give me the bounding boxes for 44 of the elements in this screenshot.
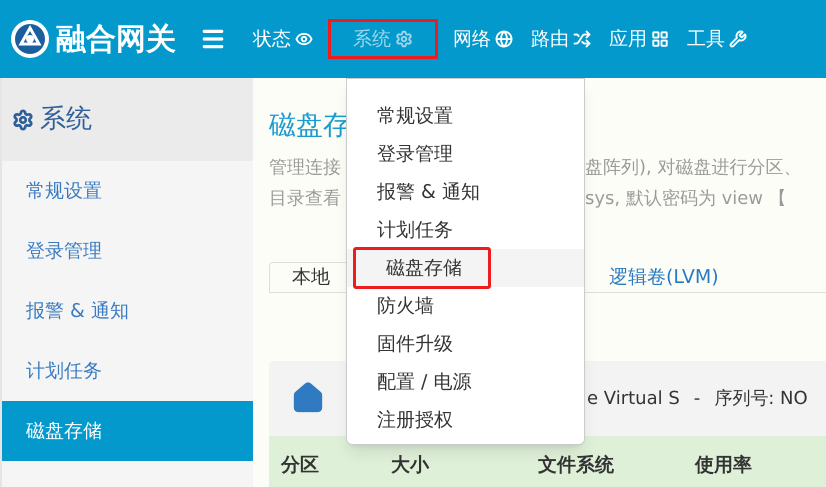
nav-item[interactable]: 状态	[244, 19, 322, 59]
menu-item[interactable]: 报警 & 通知	[347, 173, 584, 211]
sidebar-item[interactable]: 磁盘存储	[2, 401, 253, 461]
wrench-icon	[729, 30, 747, 48]
serial-number: 序列号: NO	[714, 386, 808, 410]
menu-item[interactable]: 防火墙	[347, 287, 584, 325]
column-header: 分区	[281, 453, 320, 478]
logo-icon	[10, 19, 50, 59]
page-title: 磁盘存	[269, 109, 350, 143]
description-text: 目录查看	[269, 188, 341, 209]
brand-title: 融合网关	[56, 20, 176, 58]
shuffle-icon	[573, 30, 591, 48]
menu-item[interactable]: 计划任务	[347, 211, 584, 249]
sidebar-item[interactable]: 常规设置	[2, 161, 253, 221]
menu-item[interactable]: 注册授权	[347, 401, 584, 439]
menu-item[interactable]: 固件升级	[347, 325, 584, 363]
disk-model: e Virtual S	[587, 386, 680, 410]
menu-item[interactable]: 配置 / 电源	[347, 363, 584, 401]
nav-item[interactable]: 工具	[678, 19, 756, 59]
nav-item[interactable]: 路由	[522, 19, 600, 59]
gear-icon	[12, 108, 34, 130]
gear-icon	[395, 30, 413, 48]
globe-icon	[495, 30, 513, 48]
nav-item[interactable]: 系统	[328, 19, 438, 59]
tab[interactable]: 逻辑卷(LVM)	[609, 262, 719, 292]
grid-icon	[651, 30, 669, 48]
description-text: 管理连接	[269, 157, 341, 178]
description-text: 盘阵列), 对磁盘进行分区、	[585, 156, 802, 180]
description-text: sys, 默认密码为 view 【	[585, 187, 787, 211]
column-header: 大小	[391, 453, 430, 478]
separator-text: -	[694, 386, 700, 410]
sidebar-title: 系统	[40, 103, 92, 136]
menu-item[interactable]: 磁盘存储	[347, 249, 584, 287]
nav-item[interactable]: 网络	[444, 19, 522, 59]
sidebar-item[interactable]: 报警 & 通知	[2, 281, 253, 341]
menu-item[interactable]: 常规设置	[347, 97, 584, 135]
column-header: 文件系统	[538, 453, 615, 478]
sidebar-item[interactable]: 登录管理	[2, 221, 253, 281]
sidebar-item[interactable]: 计划任务	[2, 341, 253, 401]
column-header: 使用率	[695, 453, 753, 478]
nav-item[interactable]: 应用	[600, 19, 678, 59]
home-icon	[291, 381, 325, 415]
eye-icon	[295, 30, 313, 48]
menu-item[interactable]: 登录管理	[347, 135, 584, 173]
